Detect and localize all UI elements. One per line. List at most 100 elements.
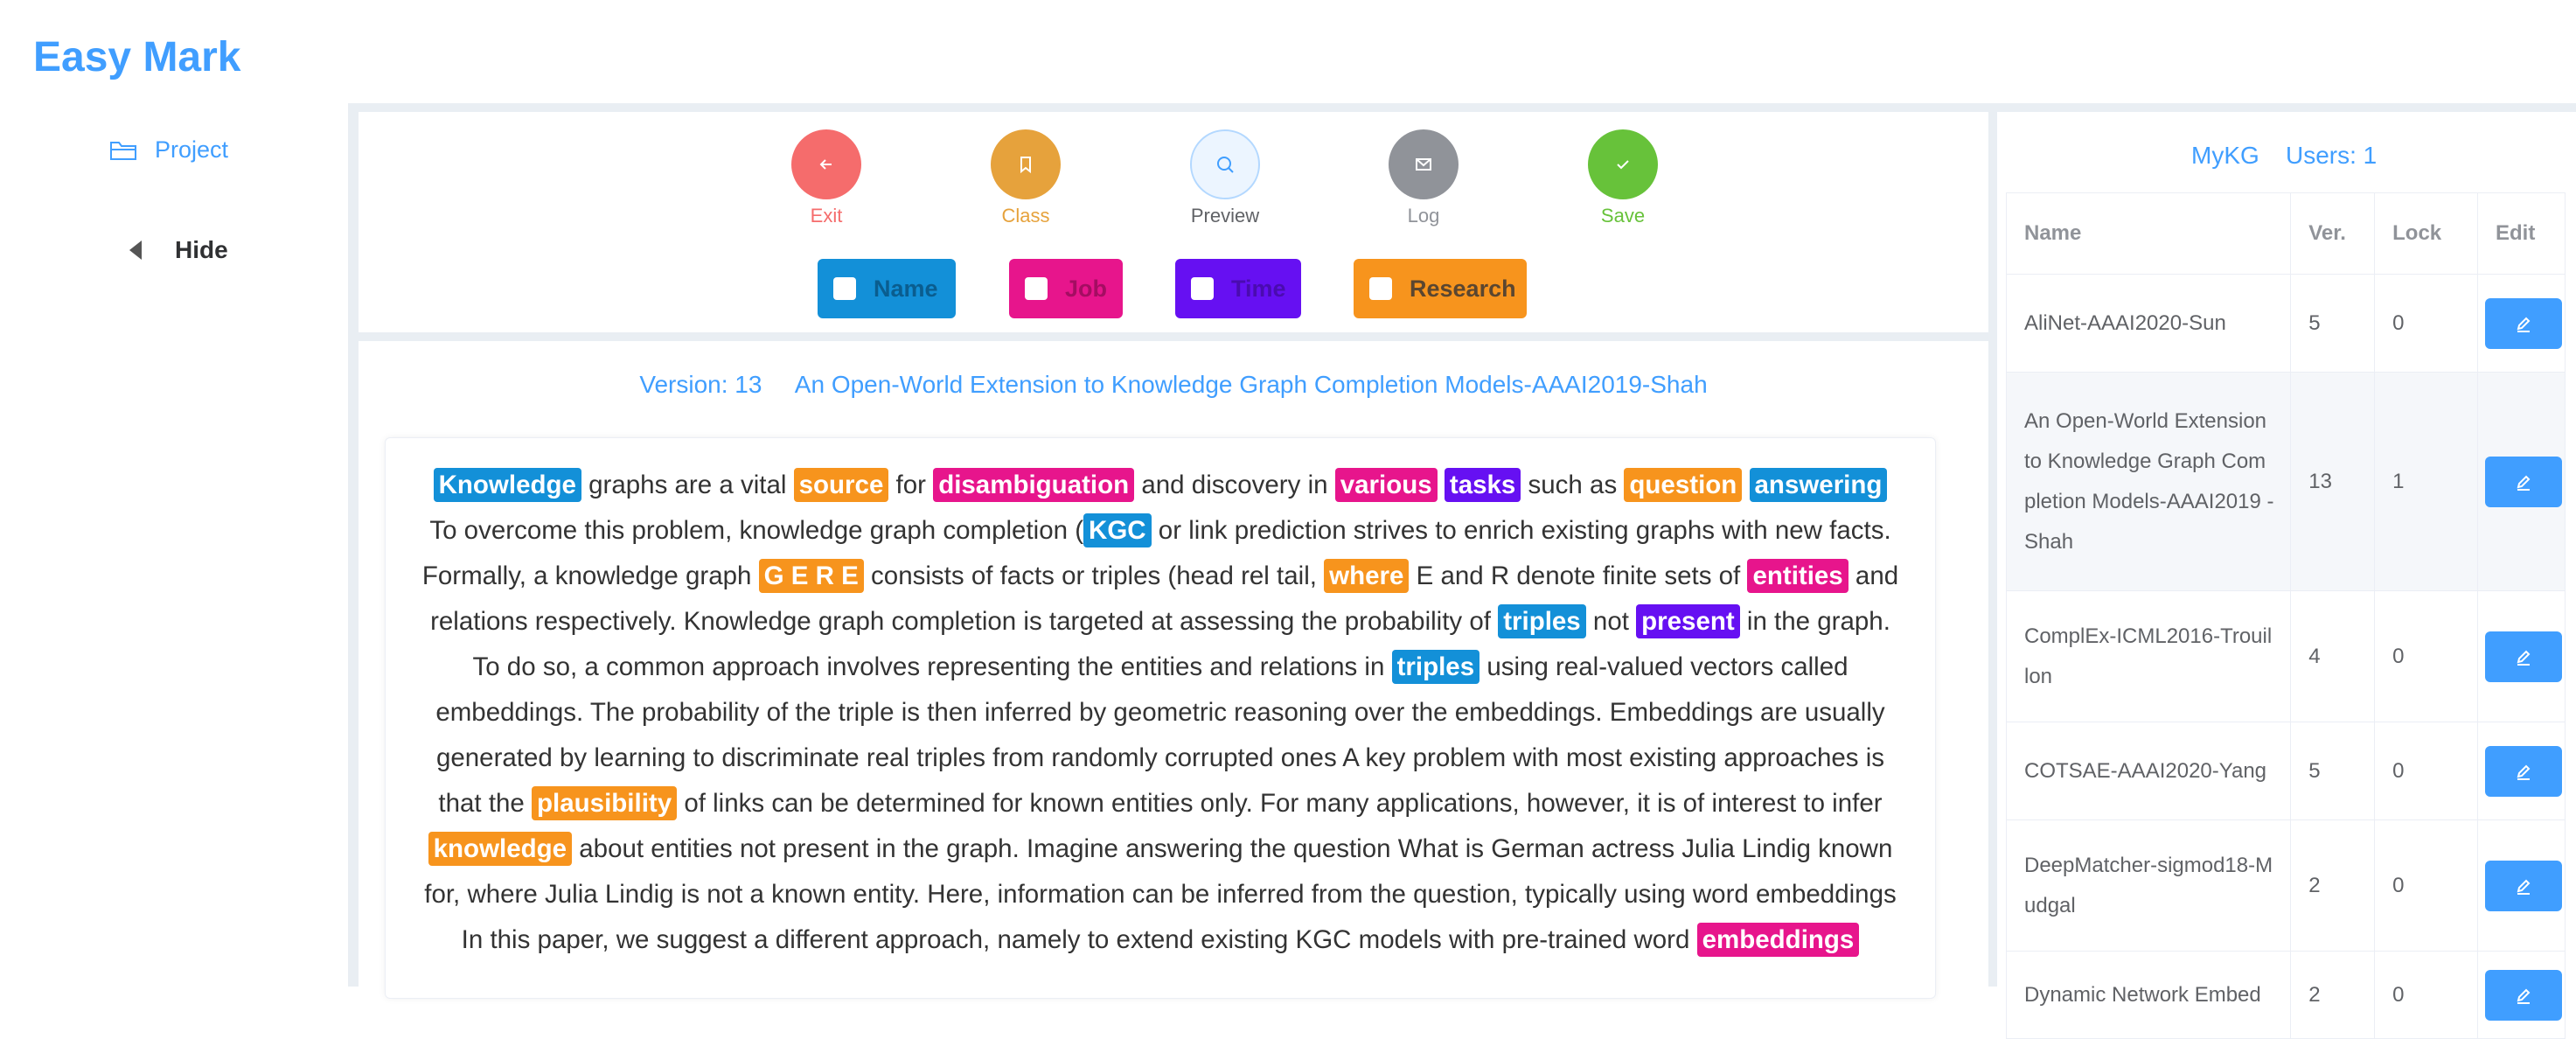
entity-highlight[interactable]: present xyxy=(1636,604,1740,638)
tag-time[interactable]: Time xyxy=(1175,259,1301,318)
row-name: An Open-World Extension to Knowledge Gra… xyxy=(2005,372,2292,591)
kg-users: Users: 1 xyxy=(2286,142,2378,169)
caret-left-icon xyxy=(129,241,142,260)
text-run: for xyxy=(888,471,934,499)
entity-highlight[interactable]: various xyxy=(1334,468,1438,502)
edit-button[interactable] xyxy=(2484,969,2562,1021)
tag-name-label: Name xyxy=(874,275,938,302)
tag-job-checkbox[interactable] xyxy=(1025,277,1048,300)
document-version: Version: 13 xyxy=(639,371,762,398)
entity-highlight[interactable]: disambiguation xyxy=(933,468,1135,502)
entity-highlight[interactable]: Knowledge xyxy=(433,468,581,502)
tag-time-label: Time xyxy=(1231,275,1286,302)
edit-icon xyxy=(2517,317,2531,332)
row-lock: 0 xyxy=(2374,274,2478,373)
document-title: An Open-World Extension to Knowledge Gra… xyxy=(794,371,1708,398)
entity-highlight[interactable]: source xyxy=(793,468,889,502)
edit-button[interactable] xyxy=(2484,860,2562,911)
tag-research-checkbox[interactable] xyxy=(1369,277,1392,300)
row-version: 2 xyxy=(2290,819,2376,952)
tag-name[interactable]: Name xyxy=(818,259,956,318)
table-row[interactable]: COTSAE-AAAI2020-Yang 5 0 xyxy=(2005,722,2566,820)
text-run: graphs are a vital xyxy=(581,471,794,499)
text-run: about entities not present in the graph.… xyxy=(424,834,1897,954)
row-name: ComplEx-ICML2016-Trouil lon xyxy=(2005,590,2292,722)
class-button[interactable]: Class xyxy=(973,129,1078,227)
save-button[interactable]: Save xyxy=(1570,129,1675,227)
text-run xyxy=(1438,471,1445,499)
row-lock: 0 xyxy=(2374,819,2478,952)
entity-highlight[interactable]: tasks xyxy=(1444,468,1521,502)
column-header-name: Name xyxy=(2005,192,2292,275)
table-row[interactable]: DeepMatcher-sigmod18-Mudgal 2 0 xyxy=(2005,819,2566,952)
sidebar-hide-toggle[interactable]: Hide xyxy=(129,236,228,264)
row-edit-cell xyxy=(2476,951,2566,1039)
edit-button[interactable] xyxy=(2484,631,2562,682)
tag-job[interactable]: Job xyxy=(1009,259,1123,318)
folder-icon xyxy=(110,141,136,160)
document-text[interactable]: Knowledge graphs are a vital source for … xyxy=(417,463,1904,963)
row-version: 4 xyxy=(2290,590,2376,722)
row-edit-cell xyxy=(2476,722,2566,820)
row-name: DeepMatcher-sigmod18-Mudgal xyxy=(2005,819,2292,952)
row-edit-cell xyxy=(2476,590,2566,722)
text-run: such as xyxy=(1521,471,1625,499)
row-lock: 0 xyxy=(2374,951,2478,1039)
column-header-ver: Ver. xyxy=(2290,192,2376,275)
preview-button[interactable]: Preview xyxy=(1173,129,1278,227)
table-row[interactable]: Dynamic Network Embed 2 0 xyxy=(2005,951,2566,1039)
edit-button[interactable] xyxy=(2484,745,2562,797)
entity-highlight[interactable]: embeddings xyxy=(1696,923,1860,957)
edit-icon xyxy=(2517,879,2531,895)
table-row[interactable]: AliNet-AAAI2020-Sun 5 0 xyxy=(2005,274,2566,373)
row-lock: 0 xyxy=(2374,590,2478,722)
row-name: Dynamic Network Embed xyxy=(2005,951,2292,1039)
entity-highlight[interactable]: KGC xyxy=(1083,513,1152,547)
preview-label: Preview xyxy=(1190,205,1260,227)
entity-highlight[interactable]: question xyxy=(1624,468,1743,502)
row-name: AliNet-AAAI2020-Sun xyxy=(2005,274,2292,373)
row-edit-cell xyxy=(2476,819,2566,952)
envelope-icon xyxy=(1389,129,1459,199)
row-lock: 1 xyxy=(2374,372,2478,591)
entity-highlight[interactable]: entities xyxy=(1747,559,1848,593)
entity-highlight[interactable]: G E R E xyxy=(758,559,864,593)
tag-research-label: Research xyxy=(1410,275,1516,302)
column-header-lock: Lock xyxy=(2374,192,2478,275)
entity-highlight[interactable]: knowledge xyxy=(428,832,573,866)
tag-name-checkbox[interactable] xyxy=(833,277,856,300)
entity-highlight[interactable]: answering xyxy=(1749,468,1888,502)
edit-icon xyxy=(2517,764,2531,780)
row-version: 5 xyxy=(2290,274,2376,373)
sidebar-item-label: Project xyxy=(155,136,229,163)
text-run: of links can be determined for known ent… xyxy=(677,789,1883,818)
entity-highlight[interactable]: triples xyxy=(1498,604,1586,638)
text-run: and discovery in xyxy=(1134,471,1335,499)
app-title: Easy Mark xyxy=(33,34,241,80)
sidebar-item-project[interactable]: Project xyxy=(109,136,228,164)
tag-research[interactable]: Research xyxy=(1354,259,1527,318)
row-edit-cell xyxy=(2476,274,2566,373)
document-panel: Version: 13 An Open-World Extension to K… xyxy=(359,341,1988,999)
table-header-row: Name Ver. Lock Edit xyxy=(2005,192,2566,275)
save-label: Save xyxy=(1600,205,1646,227)
row-name: COTSAE-AAAI2020-Yang xyxy=(2005,722,2292,820)
log-button[interactable]: Log xyxy=(1371,129,1476,227)
text-run: consists of facts or triples (head rel t… xyxy=(863,561,1325,590)
class-label: Class xyxy=(1001,205,1050,227)
edit-icon xyxy=(2517,650,2531,666)
exit-button[interactable]: Exit xyxy=(774,129,879,227)
entity-highlight[interactable]: where xyxy=(1324,559,1410,593)
text-run: E and R denote finite sets of xyxy=(1409,561,1748,590)
table-row[interactable]: An Open-World Extension to Knowledge Gra… xyxy=(2005,372,2566,591)
kg-name[interactable]: MyKG xyxy=(2191,142,2259,170)
row-lock: 0 xyxy=(2374,722,2478,820)
sidebar-hide-label: Hide xyxy=(175,236,228,263)
entity-highlight[interactable]: plausibility xyxy=(532,786,678,820)
table-row[interactable]: ComplEx-ICML2016-Trouil lon 4 0 xyxy=(2005,590,2566,722)
entity-highlight[interactable]: triples xyxy=(1391,650,1480,684)
bookmark-icon xyxy=(991,129,1061,199)
tag-time-checkbox[interactable] xyxy=(1191,277,1214,300)
edit-button[interactable] xyxy=(2484,456,2562,507)
edit-button[interactable] xyxy=(2484,297,2562,349)
